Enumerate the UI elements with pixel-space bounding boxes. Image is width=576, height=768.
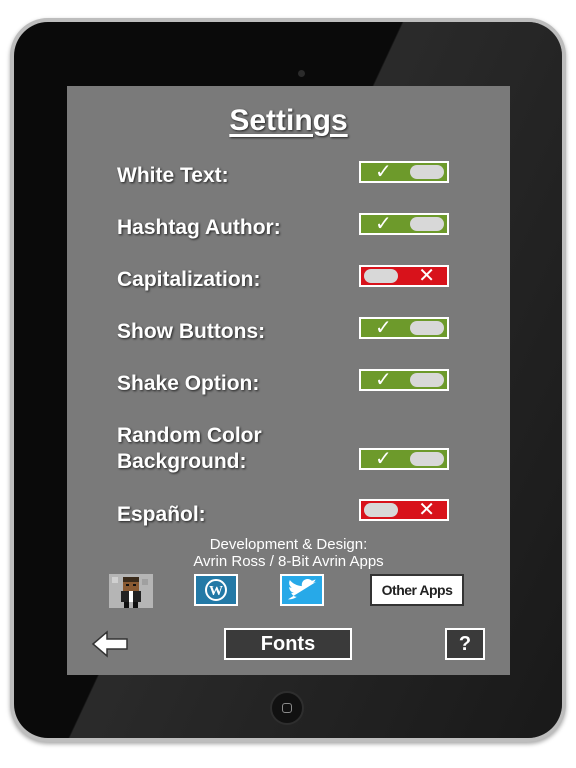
twitter-bird-icon bbox=[288, 578, 317, 600]
hashtag-author-toggle[interactable]: ✓ bbox=[359, 213, 449, 235]
page-title: Settings bbox=[229, 104, 348, 137]
white-text-toggle[interactable]: ✓ bbox=[359, 161, 449, 183]
shake-option-toggle[interactable]: ✓ bbox=[359, 369, 449, 391]
setting-label-white-text: White Text: bbox=[117, 164, 229, 187]
checkmark-icon: ✓ bbox=[375, 317, 392, 339]
show-buttons-toggle[interactable]: ✓ bbox=[359, 317, 449, 339]
svg-text:W: W bbox=[209, 584, 223, 599]
setting-label-shake-option: Shake Option: bbox=[117, 372, 260, 395]
back-button[interactable] bbox=[91, 630, 131, 658]
back-arrow-icon bbox=[91, 630, 128, 658]
checkmark-icon: ✓ bbox=[375, 213, 392, 235]
espanol-toggle[interactable]: ✕ bbox=[359, 499, 449, 521]
settings-screen: Settings White Text: ✓ Hashtag Author: ✓… bbox=[67, 86, 510, 675]
setting-label-capitalization: Capitalization: bbox=[117, 268, 261, 291]
home-button[interactable] bbox=[270, 691, 304, 725]
setting-label-espanol: Español: bbox=[117, 503, 206, 526]
wordpress-icon: W bbox=[205, 579, 227, 601]
fonts-button[interactable]: Fonts bbox=[224, 628, 352, 660]
credits-line-1: Development & Design: bbox=[209, 536, 368, 553]
x-icon: ✕ bbox=[418, 499, 435, 521]
capitalization-toggle[interactable]: ✕ bbox=[359, 265, 449, 287]
camera-icon bbox=[298, 70, 305, 77]
help-button[interactable]: ? bbox=[445, 628, 485, 660]
checkmark-icon: ✓ bbox=[375, 161, 392, 183]
setting-label-show-buttons: Show Buttons: bbox=[117, 320, 266, 343]
setting-label-random-color: Random Color Background: bbox=[117, 424, 262, 473]
random-color-background-toggle[interactable]: ✓ bbox=[359, 448, 449, 470]
checkmark-icon: ✓ bbox=[375, 448, 392, 470]
x-icon: ✕ bbox=[418, 265, 435, 287]
twitter-button[interactable] bbox=[280, 574, 324, 606]
pixel-avatar-icon[interactable] bbox=[109, 574, 153, 608]
credits-line-2: Avrin Ross / 8-Bit Avrin Apps bbox=[193, 553, 384, 570]
checkmark-icon: ✓ bbox=[375, 369, 392, 391]
other-apps-button[interactable]: Other Apps bbox=[370, 574, 464, 606]
setting-label-hashtag-author: Hashtag Author: bbox=[117, 216, 281, 239]
wordpress-button[interactable]: W bbox=[194, 574, 238, 606]
